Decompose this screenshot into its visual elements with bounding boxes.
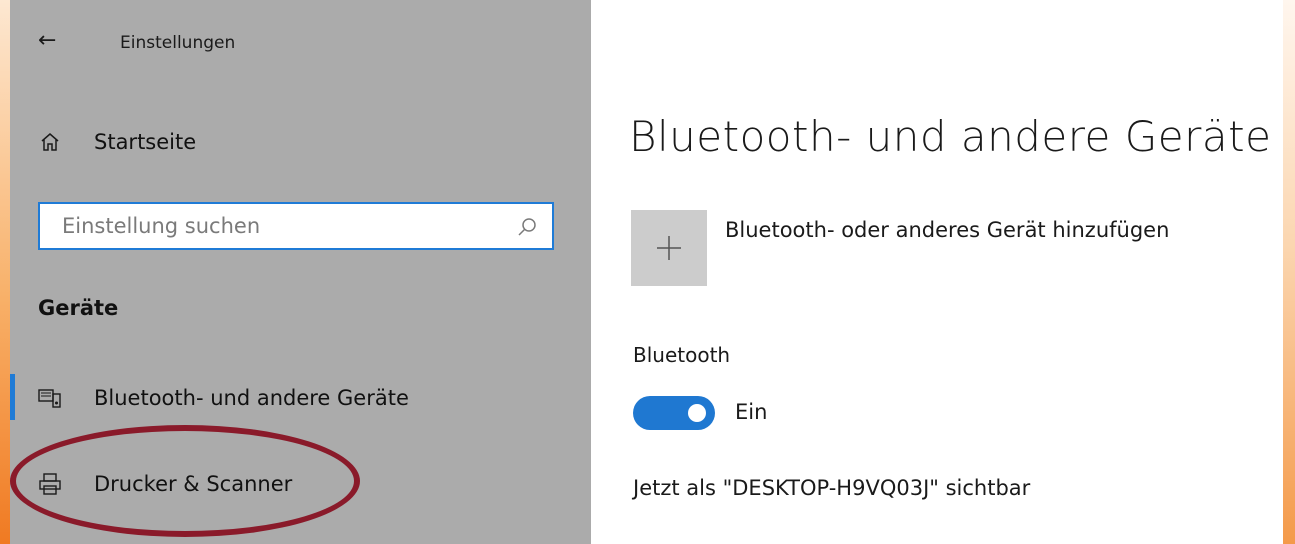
bluetooth-toggle[interactable] <box>633 396 715 430</box>
add-device-button[interactable] <box>631 210 707 286</box>
back-arrow-icon: ← <box>38 28 57 53</box>
sidebar: ← Einstellungen Startseite Einstellung s… <box>10 0 591 544</box>
sidebar-item-home-label: Startseite <box>94 130 197 154</box>
main-content: Bluetooth- und andere Geräte Bluetooth- … <box>591 0 1283 544</box>
home-icon <box>38 130 62 154</box>
bluetooth-label: Bluetooth <box>633 343 731 367</box>
sidebar-item-printers-label: Drucker & Scanner <box>94 472 293 496</box>
toggle-knob <box>688 404 706 422</box>
sidebar-item-bluetooth-label: Bluetooth- und andere Geräte <box>94 386 409 410</box>
search-placeholder: Einstellung suchen <box>62 214 261 238</box>
right-frame-border <box>1283 0 1295 544</box>
sidebar-item-printers[interactable]: Drucker & Scanner <box>10 459 591 509</box>
printer-icon <box>38 472 62 496</box>
back-button[interactable]: ← <box>38 26 68 56</box>
search-icon[interactable] <box>516 216 538 238</box>
toggle-state-label: Ein <box>735 400 768 424</box>
search-input[interactable]: Einstellung suchen <box>38 202 554 250</box>
add-device-label[interactable]: Bluetooth- oder anderes Gerät hinzufügen <box>725 218 1169 242</box>
visibility-status: Jetzt als "DESKTOP-H9VQ03J" sichtbar <box>633 476 1031 500</box>
sidebar-item-home[interactable]: Startseite <box>10 117 591 167</box>
plus-icon <box>657 236 681 260</box>
app-title: Einstellungen <box>120 33 236 53</box>
keyboard-device-icon <box>38 386 62 410</box>
page-title: Bluetooth- und andere Geräte <box>629 112 1272 161</box>
left-frame-border <box>0 0 10 544</box>
sidebar-item-bluetooth[interactable]: Bluetooth- und andere Geräte <box>10 373 591 423</box>
section-heading: Geräte <box>38 296 119 320</box>
